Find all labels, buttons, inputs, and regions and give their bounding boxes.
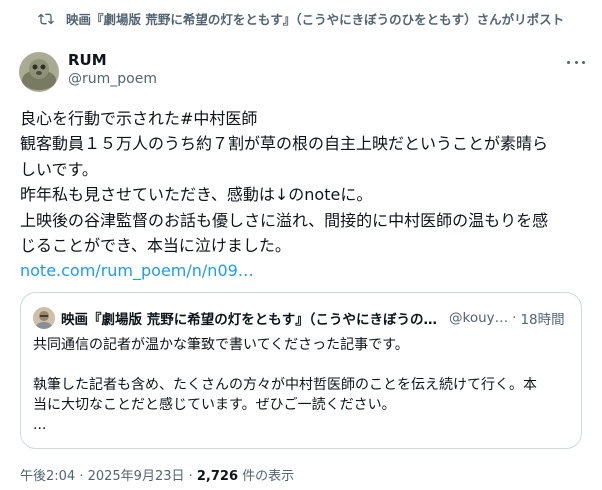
dot-icon xyxy=(567,60,570,64)
avatar[interactable] xyxy=(19,52,59,92)
view-count: 2,726 xyxy=(196,469,239,484)
quote-line: 執筆した記者も含め、たくさんの方々が中村哲医師のことを伝え続けて行く。本 xyxy=(33,377,537,393)
post-line: 良心を行動で示された#中村医師 xyxy=(20,109,258,128)
quote-text: 共同通信の記者が温かな筆致で書いてくださった記事です。 執筆した記者も含め、たく… xyxy=(33,335,571,435)
quote-timestamp[interactable]: 18時間 xyxy=(520,308,564,328)
post-link[interactable]: note.com/rum_poem/n/n09… xyxy=(20,258,588,283)
view-count-label: 件の表示 xyxy=(238,469,295,484)
repost-header[interactable]: 映画『劇場版 荒野に希望の灯をともす』（こうやにきぼうのひをともす）さんがリポス… xyxy=(38,9,564,28)
post-line: しいです。 xyxy=(20,159,98,179)
quote-line xyxy=(33,355,571,375)
post-timestamp[interactable]: 午後2:04 · 2025年9月23日 · xyxy=(20,469,197,484)
repost-icon xyxy=(38,13,54,24)
dot-icon xyxy=(582,60,585,64)
quote-avatar[interactable] xyxy=(33,307,55,329)
repost-text[interactable]: 映画『劇場版 荒野に希望の灯をともす』（こうやにきぼうのひをともす）さんがリポス… xyxy=(66,9,564,28)
post-line: じることができ、本当に泣けました。 xyxy=(20,236,291,256)
quoted-post[interactable]: 映画『劇場版 荒野に希望の灯をともす』（こうやにきぼうのひをともす） @kouy… xyxy=(20,292,582,449)
post-line: 上映後の谷津監督のお話も優しさに溢れ、間接的に中村医師の温もりを感 xyxy=(20,210,549,230)
quote-author-handle[interactable]: @kouy… xyxy=(449,310,508,326)
post-meta: 午後2:04 · 2025年9月23日 · 2,726 件の表示 xyxy=(20,465,294,484)
dot-icon xyxy=(574,60,578,64)
post-line: 昨年私も見させていただき、感動は↓のnoteに。 xyxy=(20,185,373,205)
post-text: 良心を行動で示された#中村医師 観客動員１５万人のうち約７割が草の根の自主上映だ… xyxy=(20,106,588,284)
author-handle[interactable]: @rum_poem xyxy=(68,71,157,87)
quote-author-name[interactable]: 映画『劇場版 荒野に希望の灯をともす』（こうやにきぼうのひをともす） xyxy=(61,308,441,328)
quote-line: ... xyxy=(33,417,47,433)
quote-separator: · xyxy=(512,310,517,326)
quote-line: 共同通信の記者が温かな筆致で書いてくださった記事です。 xyxy=(33,337,409,353)
more-options-button[interactable] xyxy=(567,55,585,69)
quote-line: 当に大切なことだと感じています。ぜひご一読ください。 xyxy=(33,397,396,413)
post-line: 観客動員１５万人のうち約７割が草の根の自主上映だということが素晴ら xyxy=(20,134,549,154)
quote-header: 映画『劇場版 荒野に希望の灯をともす』（こうやにきぼうのひをともす） @kouy… xyxy=(33,307,565,329)
author-name[interactable]: RUM xyxy=(68,51,107,69)
